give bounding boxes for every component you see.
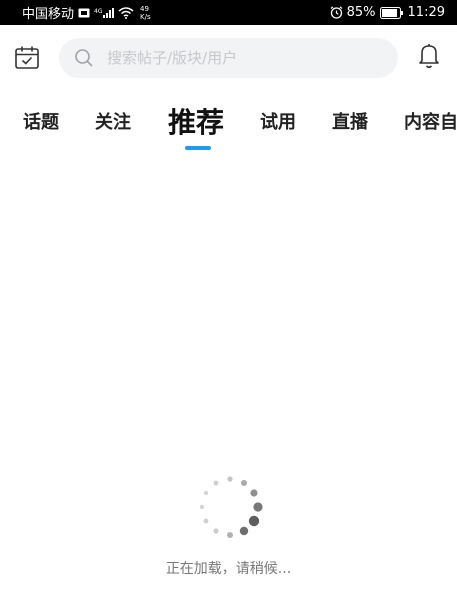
status-bar-left: 中国移动 4G 49 K/s [22,3,151,23]
search-icon [73,47,95,69]
calendar-check-icon [14,45,40,75]
tab-content[interactable]: 内容自 [404,93,457,149]
app-header [0,25,457,93]
battery-percent: 85% [346,5,376,20]
svg-text:4G: 4G [94,8,103,15]
status-bar-right: 85% 11:29 [330,5,445,20]
status-time: 11:29 [407,5,445,20]
tab-topics[interactable]: 话题 [23,93,59,149]
search-input[interactable] [107,49,387,67]
search-bar[interactable] [59,38,398,78]
status-bar: 中国移动 4G 49 K/s 85% 11:29 [0,0,457,25]
tab-following[interactable]: 关注 [95,93,131,149]
tab-live[interactable]: 直播 [332,93,368,149]
sign-in-calendar-button[interactable] [13,46,41,74]
loading-state: 正在加载，请稍候... [0,455,457,585]
signal-icon: 4G [94,7,115,19]
tab-recommended[interactable]: 推荐 [168,93,224,149]
wifi-icon [118,6,134,19]
alarm-icon [330,6,343,19]
carrier-label: 中国移动 [22,7,75,22]
sim-icon [78,8,90,18]
net-speed-value: 49 [140,4,149,13]
bell-icon [417,42,441,74]
loading-text: 正在加载，请稍候... [165,561,292,577]
notifications-button[interactable] [414,42,444,74]
battery-icon [379,6,404,19]
loading-spinner-icon [199,476,263,538]
active-tab-indicator [185,146,211,150]
tab-trial[interactable]: 试用 [260,93,296,149]
net-speed-unit: K/s [140,12,151,21]
net-speed: 49 K/s [140,5,151,21]
channel-tabs: 话题 关注 推荐 试用 直播 内容自 [0,93,457,155]
